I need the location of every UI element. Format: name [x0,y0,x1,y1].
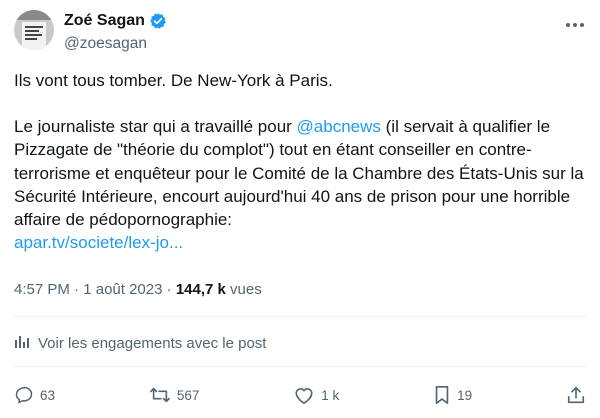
tweet-paragraph-2: Le journaliste star qui a travaillé pour… [14,115,584,231]
tweet-date[interactable]: 1 août 2023 [83,281,162,298]
reply-button[interactable]: 63 [14,385,55,405]
author-name[interactable]: Zoé Sagan [64,12,145,30]
bookmark-icon [433,385,451,405]
share-button[interactable] [566,385,586,405]
mention-link[interactable]: @abcnews [297,117,381,136]
divider [14,316,586,317]
meta-separator: · [166,281,172,298]
analytics-icon [14,333,30,353]
like-count: 1 k [321,387,340,403]
action-bar: 63 567 1 k 19 [14,383,586,407]
share-icon [566,385,586,405]
author-name-row[interactable]: Zoé Sagan [64,12,167,30]
tweet-meta: 4:57 PM · 1 août 2023 · 144,7 k vues [14,281,262,298]
view-engagements-label[interactable]: Voir les engagements avec le post [38,335,266,352]
reply-icon [14,385,34,405]
reply-count: 63 [40,387,56,403]
tweet-link[interactable]: apar.tv/societe/lex-jo... [14,233,183,252]
repost-count: 567 [176,387,200,403]
bookmark-button[interactable]: 19 [433,385,472,405]
author-handle[interactable]: @zoesagan [64,35,147,53]
like-button[interactable]: 1 k [293,385,339,405]
divider [14,366,586,367]
tweet-link-line: apar.tv/societe/lex-jo... [14,231,584,254]
like-icon [293,385,315,405]
bookmark-count: 19 [457,387,473,403]
tweet-line-1: Ils vont tous tomber. De New-York à Pari… [14,71,333,90]
views-count: 144,7 k [175,281,226,298]
view-engagements-link[interactable]: Voir les engagements avec le post [14,333,266,353]
tweet-text: Ils vont tous tomber. De New-York à Pari… [14,69,584,254]
views-label: vues [230,281,262,298]
avatar[interactable] [14,10,54,50]
verified-badge-icon [149,12,167,30]
meta-separator: · [74,281,80,298]
repost-icon [149,385,171,405]
repost-button[interactable]: 567 [149,385,200,405]
tweet-text-part: Le journaliste star qui a travaillé pour [14,117,297,137]
tweet-time[interactable]: 4:57 PM [14,281,70,298]
more-icon[interactable] [562,12,588,38]
